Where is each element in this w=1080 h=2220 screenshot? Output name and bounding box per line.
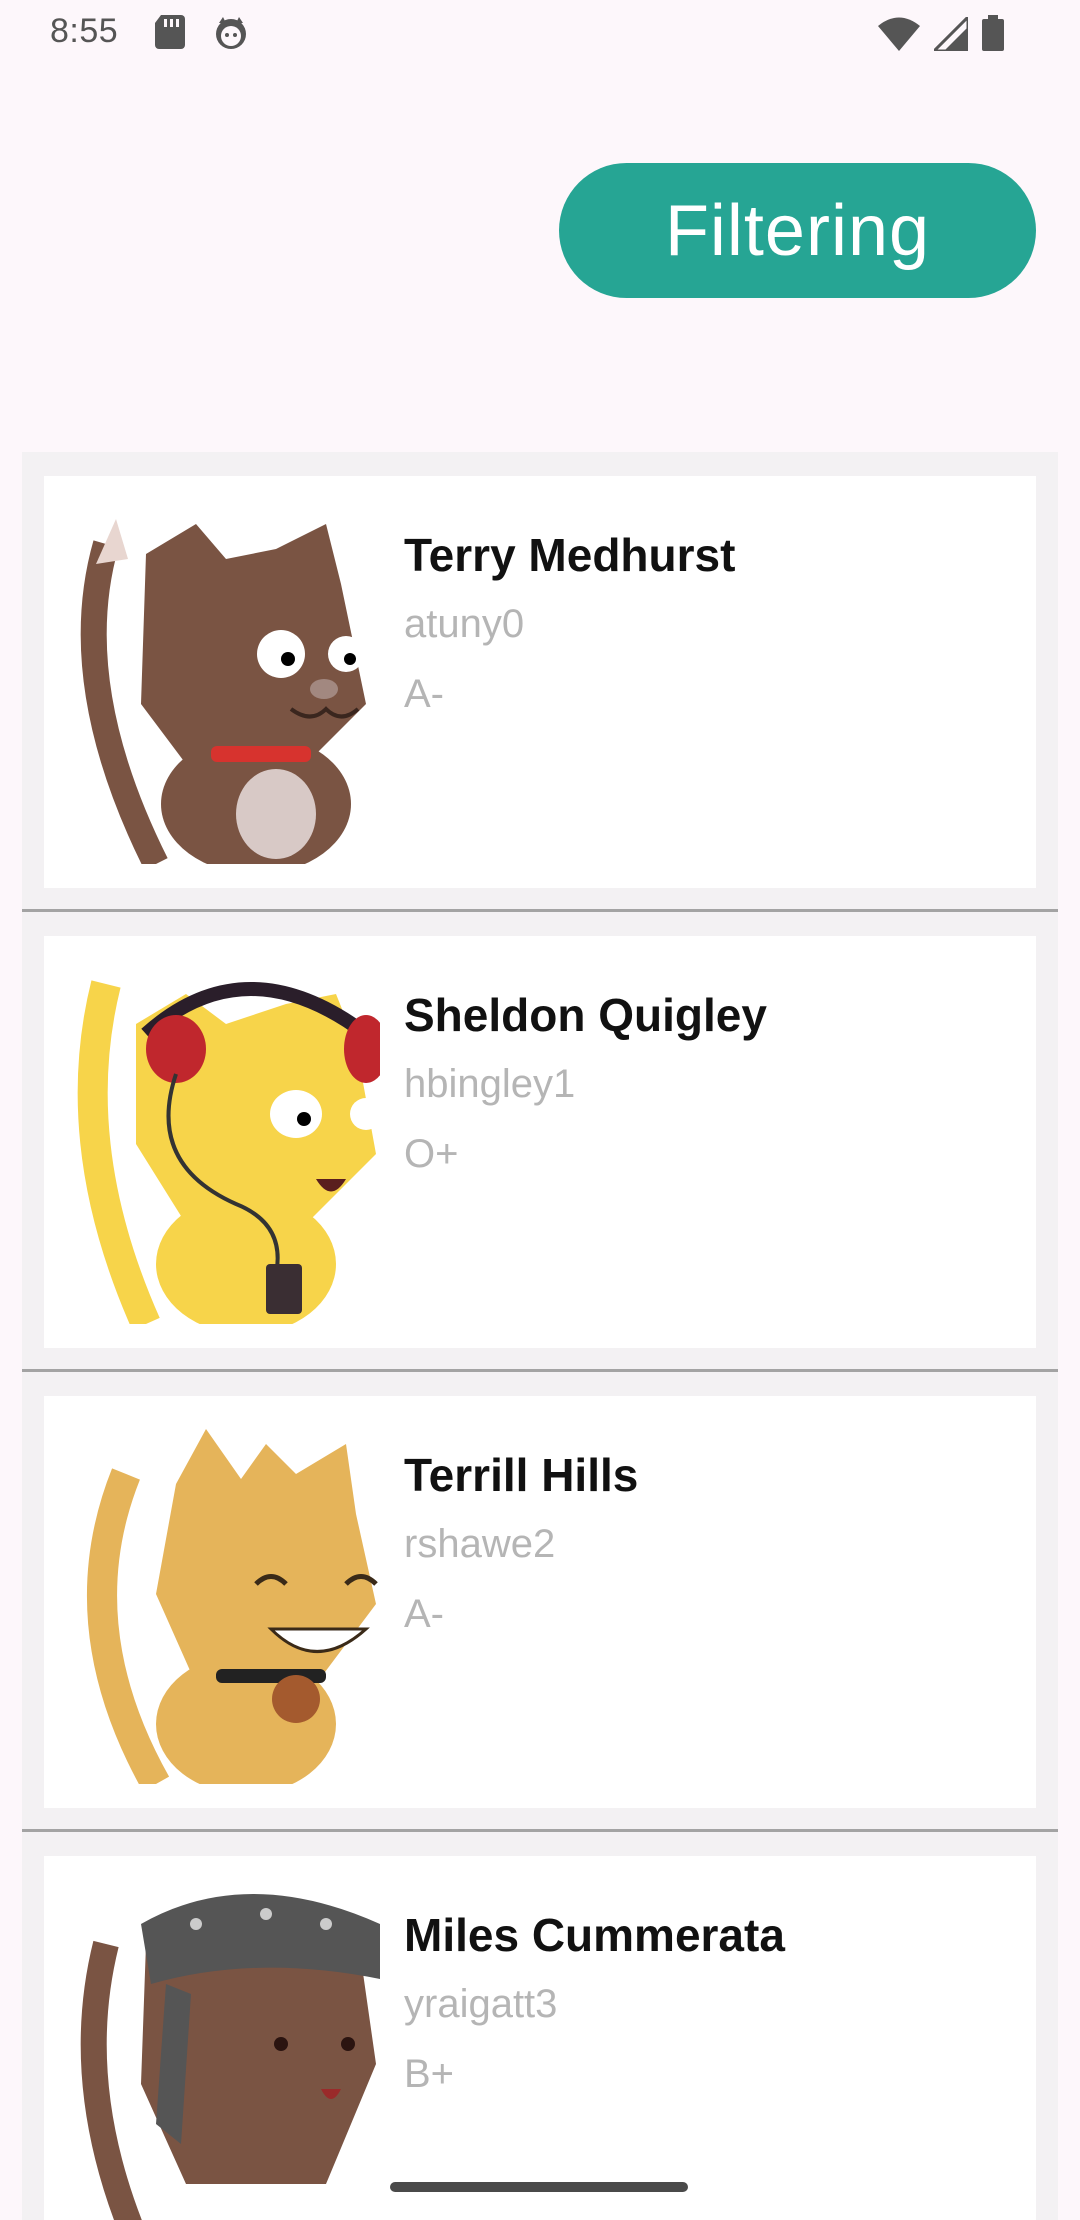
brown-cat-avatar <box>66 504 380 864</box>
sd-card-icon <box>155 15 185 56</box>
battery-icon <box>982 15 1004 56</box>
user-card[interactable]: Terry Medhurst atuny0 A- <box>44 476 1036 888</box>
user-blood-group: A- <box>404 672 444 716</box>
user-name: Terrill Hills <box>404 1449 639 1501</box>
user-blood-group: A- <box>404 1592 444 1636</box>
face-notification-icon <box>213 15 249 56</box>
user-list[interactable]: Terry Medhurst atuny0 A- Sheldon Quigley… <box>22 452 1058 2220</box>
user-card[interactable]: Miles Cummerata yraigatt3 B+ <box>44 1856 1036 2220</box>
user-username: atuny0 <box>404 602 525 646</box>
user-name: Terry Medhurst <box>404 529 736 581</box>
list-item[interactable]: Terry Medhurst atuny0 A- <box>22 452 1058 912</box>
user-blood-group: O+ <box>404 1132 459 1176</box>
user-username: rshawe2 <box>404 1522 556 1566</box>
filtering-button[interactable]: Filtering <box>559 163 1036 298</box>
cell-signal-icon <box>930 13 970 56</box>
user-username: yraigatt3 <box>404 1982 558 2026</box>
user-card[interactable]: Terrill Hills rshawe2 A- <box>44 1396 1036 1808</box>
user-name: Sheldon Quigley <box>404 989 767 1041</box>
status-time: 8:55 <box>50 12 119 50</box>
yellow-cat-headphones-avatar <box>66 964 380 1324</box>
list-item[interactable]: Sheldon Quigley hbingley1 O+ <box>22 912 1058 1372</box>
user-blood-group: B+ <box>404 2052 455 2096</box>
user-username: hbingley1 <box>404 1062 576 1106</box>
list-item[interactable]: Miles Cummerata yraigatt3 B+ <box>22 1832 1058 2220</box>
home-indicator[interactable] <box>390 2182 688 2192</box>
list-item[interactable]: Terrill Hills rshawe2 A- <box>22 1372 1058 1832</box>
wifi-icon <box>878 17 920 56</box>
status-bar: 8:55 <box>0 0 1080 68</box>
golden-cat-avatar <box>66 1424 380 1784</box>
user-card[interactable]: Sheldon Quigley hbingley1 O+ <box>44 936 1036 1348</box>
user-name: Miles Cummerata <box>404 1909 785 1961</box>
brown-cat-bandana-avatar <box>66 1884 380 2220</box>
